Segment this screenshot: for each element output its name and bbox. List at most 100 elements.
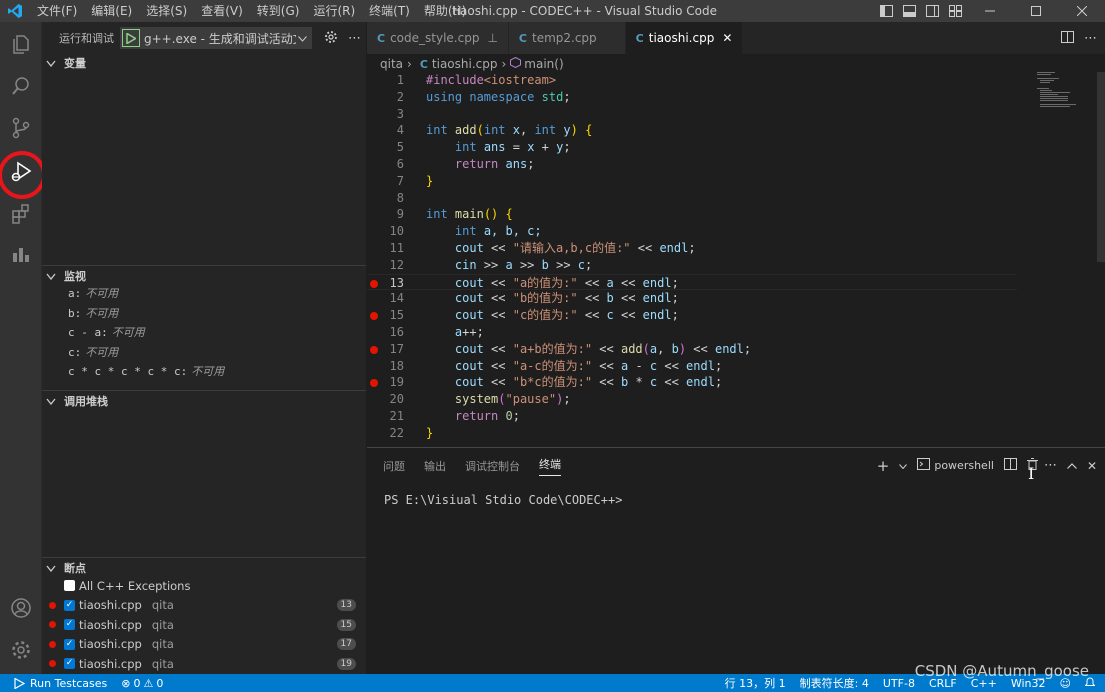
minimize-icon[interactable]: [967, 0, 1013, 22]
breakpoint-checkbox[interactable]: ✓: [64, 658, 75, 670]
menu-terminal[interactable]: 终端(T): [362, 0, 417, 22]
terminal-icon: [917, 458, 931, 473]
code-line: 15 cout << "c的值为:" << c << endl;: [367, 307, 1017, 324]
variables-section-header[interactable]: 变量: [42, 52, 366, 74]
toggle-panel-icon[interactable]: [898, 0, 921, 22]
code-line: 19 cout << "b*c的值为:" << b * c << endl;: [367, 374, 1017, 391]
exceptions-row[interactable]: All C++ Exceptions: [42, 576, 366, 596]
breakpoint-checkbox[interactable]: ✓: [64, 638, 75, 650]
explorer-icon[interactable]: [0, 24, 42, 64]
menu-go[interactable]: 转到(G): [250, 0, 307, 22]
breakpoint-line-badge: 15: [336, 618, 356, 631]
launch-config-select[interactable]: g++.exe - 生成和调试活动文件: [120, 27, 312, 49]
chart-icon[interactable]: [0, 234, 42, 274]
menu-edit[interactable]: 编辑(E): [84, 0, 139, 22]
line-number: 3: [396, 106, 404, 121]
breakpoint-checkbox[interactable]: ✓: [64, 619, 75, 631]
watch-value: 不可用: [85, 345, 119, 359]
maximize-panel-icon[interactable]: [1067, 459, 1077, 472]
watch-item[interactable]: c * c * c * c * c: 不可用: [42, 362, 366, 382]
breakpoint-row[interactable]: ✓ tiaoshi.cpp qita 19: [42, 654, 366, 674]
breadcrumb-symbol[interactable]: main(): [524, 57, 563, 71]
code-editor[interactable]: 1 #include<iostream> 2 using namespace std…: [367, 72, 1105, 447]
breakpoint-row[interactable]: ✓ tiaoshi.cpp qita 15: [42, 615, 366, 635]
more-actions-icon[interactable]: ⋯: [348, 31, 361, 46]
breakpoint-row[interactable]: ✓ tiaoshi.cpp qita 17: [42, 635, 366, 655]
settings-gear-icon[interactable]: [0, 630, 42, 670]
close-panel-icon[interactable]: ✕: [1087, 459, 1097, 473]
problems-indicator[interactable]: ⊗ 0 ⚠ 0: [121, 677, 163, 690]
maximize-icon[interactable]: [1013, 0, 1059, 22]
search-icon[interactable]: [0, 66, 42, 106]
tab-temp2[interactable]: C temp2.cpp: [508, 22, 626, 54]
chevron-down-icon: [46, 395, 60, 408]
toggle-secondary-sidebar-icon[interactable]: [921, 0, 944, 22]
terminal-shell-label[interactable]: powershell: [934, 459, 994, 472]
open-launch-json-gear-icon[interactable]: [324, 30, 338, 47]
pin-icon[interactable]: ⊥: [487, 31, 497, 45]
breakpoint-file: tiaoshi.cpp: [79, 598, 142, 613]
breadcrumb-folder[interactable]: qita: [380, 57, 403, 71]
breakpoint-row[interactable]: ✓ tiaoshi.cpp qita 13: [42, 596, 366, 616]
breadcrumb: qita › C tiaoshi.cpp › main(): [367, 54, 1105, 74]
split-terminal-icon[interactable]: [1003, 458, 1017, 473]
terminal-output[interactable]: PS E:\Visiual Stdio Code\CODEC++>: [384, 493, 622, 507]
tab-size[interactable]: 制表符长度: 4: [800, 675, 869, 691]
tab-tiaoshi[interactable]: C tiaoshi.cpp ✕: [625, 22, 744, 54]
line-number: 4: [396, 123, 404, 138]
customize-layout-icon[interactable]: [944, 0, 967, 22]
call-stack-section-header[interactable]: 调用堆栈: [42, 390, 366, 412]
cpp-file-icon: C: [419, 57, 428, 71]
line-number: 6: [396, 157, 404, 171]
breakpoint-line-badge: 13: [336, 599, 356, 612]
symbol-method-icon: [510, 56, 522, 71]
code-line: 21 return 0;: [367, 408, 1017, 425]
editor-scrollbar[interactable]: [1097, 72, 1105, 262]
tab-problems[interactable]: 问题: [383, 458, 405, 474]
line-number: 10: [389, 224, 404, 239]
account-icon[interactable]: [0, 588, 42, 628]
breakpoint-path: qita: [151, 598, 174, 613]
start-debugging-icon[interactable]: [122, 29, 140, 47]
encoding[interactable]: UTF-8: [883, 677, 915, 690]
tab-code-style[interactable]: C code_style.cpp ⊥: [367, 22, 509, 54]
source-control-icon[interactable]: [0, 108, 42, 148]
panel-tabs: 问题 输出 调试控制台 终端: [367, 448, 561, 483]
watch-expr: c - a:: [68, 326, 108, 339]
close-window-icon[interactable]: [1059, 0, 1105, 22]
exceptions-checkbox[interactable]: [64, 580, 75, 592]
run-testcases-button[interactable]: Run Testcases: [14, 677, 107, 690]
toggle-sidebar-icon[interactable]: [875, 0, 898, 22]
code-line: 17 cout << "a+b的值为:" << add(a, b) << end…: [367, 341, 1017, 358]
code-line: 1 #include<iostream>: [367, 72, 1017, 89]
code-line: 12 cin >> a >> b >> c;: [367, 257, 1017, 274]
line-number: 22: [389, 425, 404, 440]
menu-run[interactable]: 运行(R): [306, 0, 362, 22]
line-number: 18: [389, 358, 404, 373]
split-editor-icon[interactable]: [1061, 30, 1074, 46]
debug-sidebar: 运行和调试 g++.exe - 生成和调试活动文件 ⋯ 变量 监视 a:不可用 …: [42, 22, 366, 674]
breakpoint-checkbox[interactable]: ✓: [64, 599, 75, 611]
close-tab-icon[interactable]: ✕: [722, 31, 732, 45]
menu-view[interactable]: 查看(V): [194, 0, 250, 22]
minimap[interactable]: [1037, 72, 1097, 112]
watch-item[interactable]: c: 不可用: [42, 343, 366, 363]
extensions-icon[interactable]: [0, 194, 42, 234]
tab-debug-console[interactable]: 调试控制台: [465, 458, 520, 474]
tab-terminal[interactable]: 终端: [539, 456, 561, 476]
more-actions-icon[interactable]: ⋯: [1084, 31, 1097, 46]
menu-file[interactable]: 文件(F): [30, 0, 84, 22]
more-actions-icon[interactable]: ⋯: [1044, 458, 1057, 473]
breadcrumb-file[interactable]: tiaoshi.cpp: [432, 57, 498, 71]
tab-output[interactable]: 输出: [424, 458, 446, 474]
chevron-down-icon[interactable]: [899, 459, 908, 472]
cursor-position[interactable]: 行 13，列 1: [725, 675, 786, 691]
line-number: 9: [396, 207, 404, 222]
watch-item[interactable]: a: 不可用: [42, 284, 366, 304]
watch-item[interactable]: b: 不可用: [42, 304, 366, 324]
run-testcases-label: Run Testcases: [30, 676, 108, 690]
code-line: 7}: [367, 173, 1017, 190]
menu-selection[interactable]: 选择(S): [139, 0, 194, 22]
watch-item[interactable]: c - a: 不可用: [42, 323, 366, 343]
new-terminal-icon[interactable]: +: [877, 457, 890, 475]
